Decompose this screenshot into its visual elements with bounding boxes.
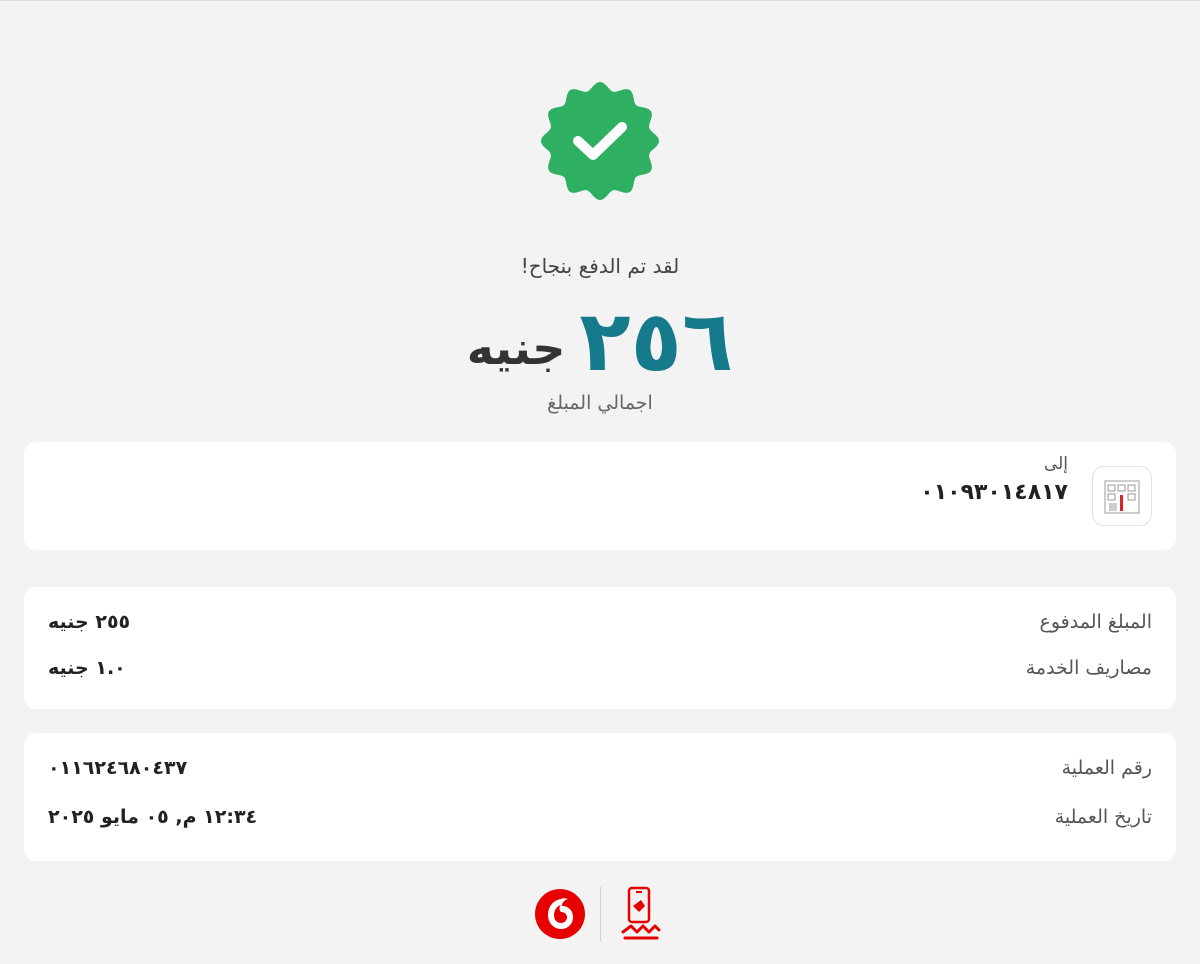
service-fee-label: مصاريف الخدمة <box>1025 657 1152 679</box>
success-message: لقد تم الدفع بنجاح! <box>520 254 680 278</box>
service-fee-value: ١.٠ جنيه <box>48 657 126 679</box>
transaction-id-row: رقم العملية ٠١١٦٢٤٦٨٠٤٣٧ <box>24 757 1176 787</box>
transaction-date-row: تاريخ العملية ١٢:٣٤ م, ٠٥ مايو ٢٠٢٥ <box>24 806 1176 836</box>
vodafone-logo-icon <box>534 889 585 939</box>
transaction-date-label: تاريخ العملية <box>1054 806 1152 828</box>
paid-amount-row: المبلغ المدفوع ٢٥٥ جنيه <box>24 611 1176 641</box>
top-divider <box>0 0 1200 1</box>
footer-divider <box>599 887 601 941</box>
transaction-id-value: ٠١١٦٢٤٦٨٠٤٣٧ <box>48 757 188 779</box>
total-amount-value: ٢٥٦ <box>579 292 734 390</box>
paid-amount-label: المبلغ المدفوع <box>1039 611 1153 633</box>
total-amount-label: اجمالي المبلغ <box>547 392 653 414</box>
transaction-card: رقم العملية ٠١١٦٢٤٦٨٠٤٣٧ تاريخ العملية ١… <box>24 733 1176 861</box>
check-badge-icon <box>541 82 659 200</box>
recipient-card: إلى ٠١٠٩٣٠١٤٨١٧ <box>24 442 1176 550</box>
transaction-date-value: ١٢:٣٤ م, ٠٥ مايو ٢٠٢٥ <box>48 806 258 828</box>
total-amount-currency: جنيه <box>466 321 566 375</box>
transaction-id-label: رقم العملية <box>1061 757 1152 779</box>
vodafone-cash-logo-icon <box>621 886 660 940</box>
amounts-card: المبلغ المدفوع ٢٥٥ جنيه مصاريف الخدمة ١.… <box>24 587 1176 709</box>
paid-amount-value: ٢٥٥ جنيه <box>48 611 131 633</box>
recipient-number: ٠١٠٩٣٠١٤٨١٧ <box>920 480 1068 505</box>
footer-logos <box>0 884 1200 944</box>
service-fee-row: مصاريف الخدمة ١.٠ جنيه <box>24 657 1176 687</box>
recipient-avatar <box>1092 466 1152 526</box>
merchant-logo-icon <box>1104 480 1140 514</box>
total-amount: ٢٥٦ جنيه <box>0 296 1200 386</box>
recipient-label: إلى <box>1043 454 1068 474</box>
